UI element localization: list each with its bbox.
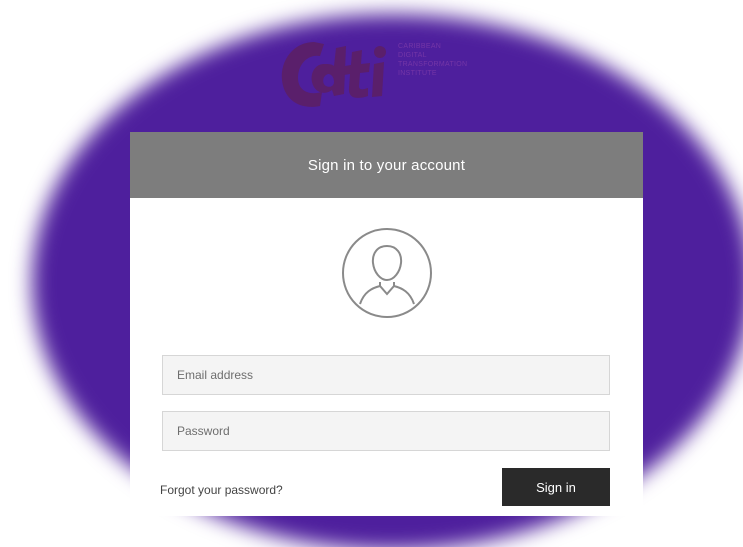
sign-in-button[interactable]: Sign in (502, 468, 610, 506)
login-card-header: Sign in to your account (130, 132, 643, 198)
logo-subtext-line: DIGITAL (398, 52, 427, 59)
logo-subtext: CARIBBEAN DIGITAL TRANSFORMATION INSTITU… (398, 42, 467, 78)
forgot-password-link[interactable]: Forgot your password? (160, 483, 283, 497)
brand-logo: CARIBBEAN DIGITAL TRANSFORMATION INSTITU… (276, 34, 486, 114)
password-field[interactable] (162, 411, 610, 451)
cdti-logo-mark (281, 42, 386, 107)
login-card: Sign in to your account Forgot your pass… (130, 132, 643, 516)
logo-subtext-line: TRANSFORMATION (398, 61, 468, 68)
logo-subtext-line: CARIBBEAN (398, 43, 442, 50)
user-avatar-icon (340, 226, 434, 320)
login-page: CARIBBEAN DIGITAL TRANSFORMATION INSTITU… (0, 0, 743, 547)
logo-subtext-line: INSTITUTE (398, 70, 437, 77)
email-field[interactable] (162, 355, 610, 395)
login-title: Sign in to your account (307, 156, 466, 174)
